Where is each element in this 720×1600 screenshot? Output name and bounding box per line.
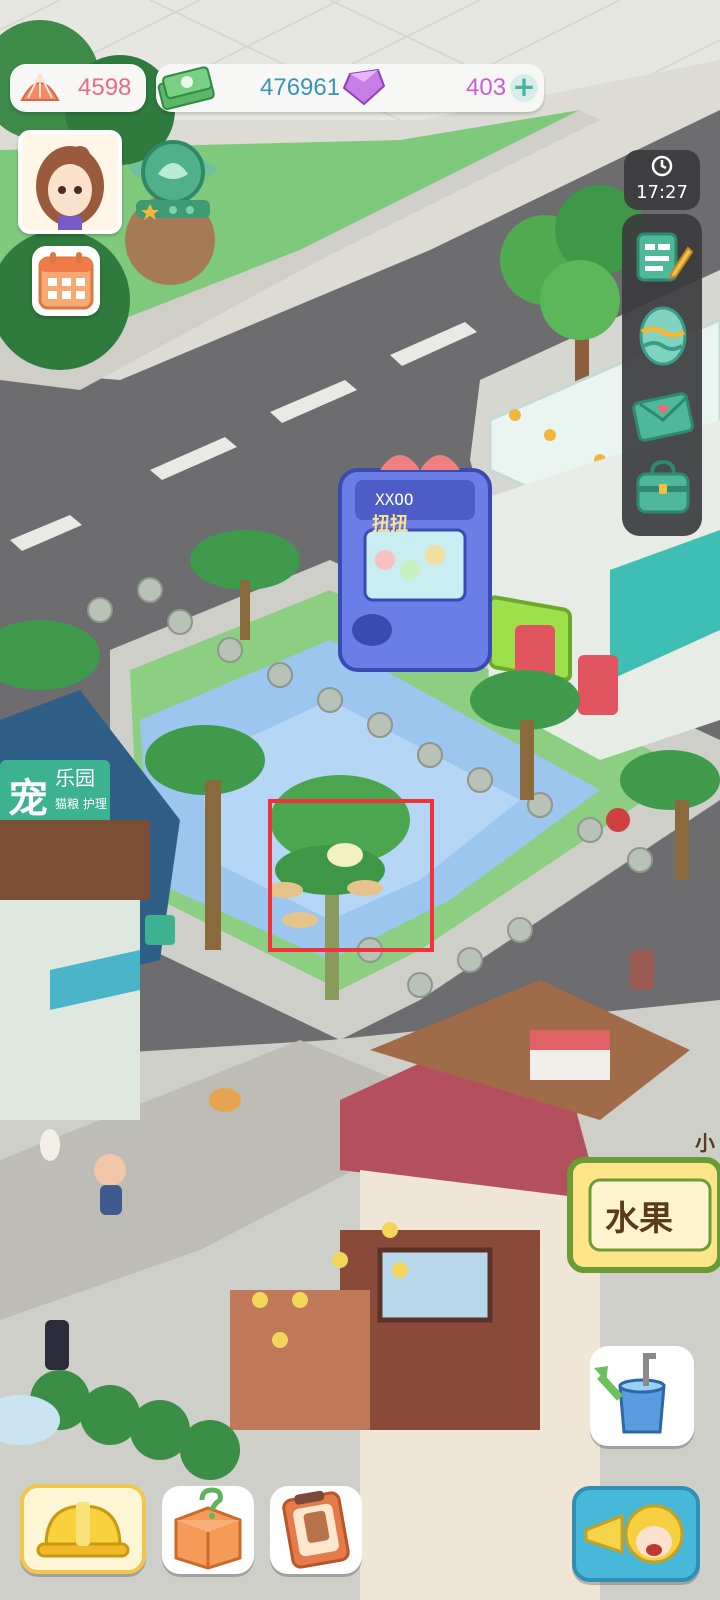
mystery-box-button[interactable]: [162, 1486, 254, 1574]
clock-time: 17:27: [636, 182, 688, 203]
watering-can-icon: [594, 1353, 666, 1434]
gem-count: 403: [466, 74, 507, 101]
promo-character-button[interactable]: [572, 1486, 700, 1582]
game-screen: 宠 乐园 猫粮 护理 XXOO 扭扭 水果 小 4598 476961 403 …: [0, 0, 720, 1600]
level-badge-icon[interactable]: [128, 138, 218, 222]
cash-stack-icon: [157, 66, 215, 111]
fruit-shop-sign: 水果: [605, 1199, 673, 1239]
clock-icon: [651, 155, 673, 177]
fruit-shop-sign-small: 小: [695, 1131, 715, 1155]
build-button[interactable]: [20, 1484, 146, 1574]
easter-egg-icon[interactable]: [632, 304, 694, 366]
pet-shop-sign-big: 宠: [8, 776, 48, 822]
mail-envelope-icon[interactable]: [632, 384, 694, 446]
notes-pencil-icon[interactable]: [632, 226, 694, 288]
calendar-button[interactable]: [32, 246, 100, 316]
player-avatar[interactable]: [18, 130, 122, 234]
drink-card-button[interactable]: [270, 1486, 362, 1574]
shell-icon: [20, 73, 60, 101]
gacha-top-label: XXOO: [375, 490, 414, 509]
avatar-face-icon: [36, 146, 104, 230]
mystery-box-icon: [174, 1487, 242, 1570]
plus-icon: +: [512, 70, 536, 103]
watering-button[interactable]: [590, 1346, 694, 1446]
target-highlight-box[interactable]: [268, 799, 434, 952]
shell-count: 4598: [78, 74, 132, 101]
bag-icon[interactable]: [632, 456, 694, 518]
pet-shop-sign-sub: 猫粮 护理: [55, 796, 107, 811]
hard-hat-icon: [36, 1502, 130, 1558]
gacha-label: 扭扭: [372, 513, 408, 535]
drink-card-icon: [282, 1490, 350, 1569]
calendar-icon: [38, 252, 94, 310]
megaphone-character-icon: [584, 1504, 684, 1564]
pet-shop-sign-title: 乐园: [55, 766, 95, 790]
cash-count: 476961: [260, 74, 341, 101]
gem-icon: [342, 68, 386, 106]
